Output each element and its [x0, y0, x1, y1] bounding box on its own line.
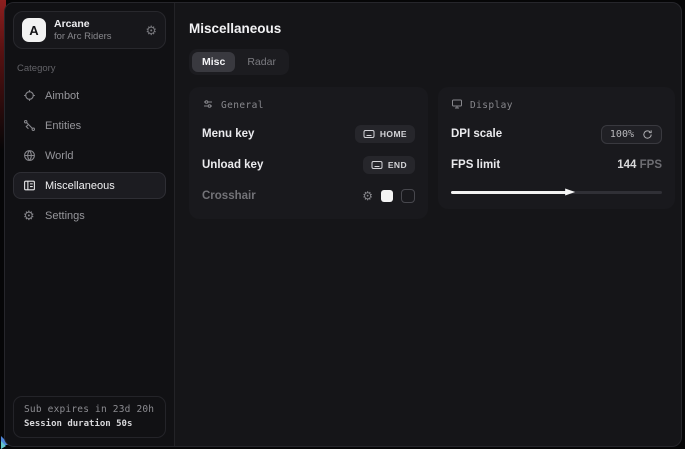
general-card-header: General — [202, 98, 415, 113]
fps-limit-row: FPS limit 144 FPS — [451, 155, 662, 175]
crosshair-checkbox[interactable] — [401, 189, 415, 203]
sidebar-item-label: Miscellaneous — [45, 180, 115, 192]
menu-key-bind-button[interactable]: HOME — [355, 125, 415, 143]
app-logo: A — [22, 18, 46, 42]
keybind-value: END — [388, 160, 407, 170]
sub-expiry-text: Sub expires in 23d 20h — [24, 404, 155, 415]
unload-key-label: Unload key — [202, 159, 263, 171]
display-card-header: Display — [451, 98, 662, 113]
sidebar-item-label: World — [45, 150, 74, 162]
app-window: A Arcane for Arc Riders ⚙ Category Aimbo… — [4, 2, 682, 447]
app-title: Arcane — [54, 18, 137, 30]
sidebar-item-settings[interactable]: ⚙ Settings — [13, 202, 166, 229]
dpi-scale-label: DPI scale — [451, 128, 502, 140]
dpi-scale-value: 100% — [610, 129, 634, 140]
fps-limit-value: 144 FPS — [617, 159, 662, 171]
tab-bar: Misc Radar — [189, 49, 289, 75]
slider-thumb[interactable] — [565, 187, 575, 197]
sidebar-item-entities[interactable]: Entities — [13, 112, 166, 139]
sidebar-nav: Aimbot Entities — [13, 82, 166, 229]
crosshair-controls: ⚙ — [362, 189, 415, 203]
main-content: Miscellaneous Misc Radar General — [175, 3, 682, 446]
cards-row: General Menu key HOME Unload key — [189, 87, 675, 219]
tab-misc[interactable]: Misc — [192, 52, 235, 72]
category-label: Category — [17, 63, 162, 74]
card-title: Display — [470, 100, 513, 111]
account-card[interactable]: A Arcane for Arc Riders ⚙ — [13, 11, 166, 49]
dpi-scale-row: DPI scale 100% — [451, 124, 662, 144]
sliders-icon — [202, 98, 214, 113]
desktop-background: A Arcane for Arc Riders ⚙ Category Aimbo… — [0, 0, 685, 449]
gear-icon: ⚙ — [23, 209, 36, 222]
session-duration-text: Session duration 50s — [24, 419, 155, 429]
app-logo-letter: A — [29, 23, 38, 38]
reset-icon — [642, 129, 653, 140]
tab-radar[interactable]: Radar — [237, 52, 286, 72]
display-card: Display DPI scale 100% FPS limit — [438, 87, 675, 209]
crosshair-icon — [23, 89, 36, 102]
subscription-info: Sub expires in 23d 20h Session duration … — [13, 396, 166, 438]
general-card: General Menu key HOME Unload key — [189, 87, 428, 219]
gear-icon[interactable]: ⚙ — [145, 24, 157, 37]
app-subtitle: for Arc Riders — [54, 31, 137, 42]
unload-key-row: Unload key END — [202, 155, 415, 175]
sidebar-item-world[interactable]: World — [13, 142, 166, 169]
fps-number: 144 — [617, 159, 636, 171]
page-title: Miscellaneous — [189, 21, 675, 36]
crosshair-color-swatch[interactable] — [381, 190, 393, 202]
sidebar-item-aimbot[interactable]: Aimbot — [13, 82, 166, 109]
fps-slider-fill — [451, 191, 569, 194]
globe-icon — [23, 149, 36, 162]
keyboard-icon — [371, 160, 383, 170]
fps-limit-label: FPS limit — [451, 159, 500, 171]
sidebar-item-label: Entities — [45, 120, 81, 132]
crosshair-settings-gear-icon[interactable]: ⚙ — [362, 190, 373, 202]
menu-key-label: Menu key — [202, 128, 254, 140]
dpi-scale-control[interactable]: 100% — [601, 125, 662, 144]
keybind-value: HOME — [380, 129, 407, 139]
fps-limit-slider[interactable] — [451, 188, 662, 196]
entities-icon — [23, 119, 36, 132]
card-title: General — [221, 100, 264, 111]
sidebar: A Arcane for Arc Riders ⚙ Category Aimbo… — [5, 3, 175, 446]
monitor-icon — [451, 98, 463, 113]
fps-unit: FPS — [640, 159, 662, 171]
menu-key-row: Menu key HOME — [202, 124, 415, 144]
keyboard-icon — [363, 129, 375, 139]
unload-key-bind-button[interactable]: END — [363, 156, 415, 174]
grid-icon — [23, 179, 36, 192]
crosshair-row: Crosshair ⚙ — [202, 186, 415, 206]
sidebar-item-label: Aimbot — [45, 90, 79, 102]
sidebar-item-label: Settings — [45, 210, 85, 222]
account-text: Arcane for Arc Riders — [54, 18, 137, 42]
sidebar-item-miscellaneous[interactable]: Miscellaneous — [13, 172, 166, 199]
crosshair-label: Crosshair — [202, 190, 256, 202]
